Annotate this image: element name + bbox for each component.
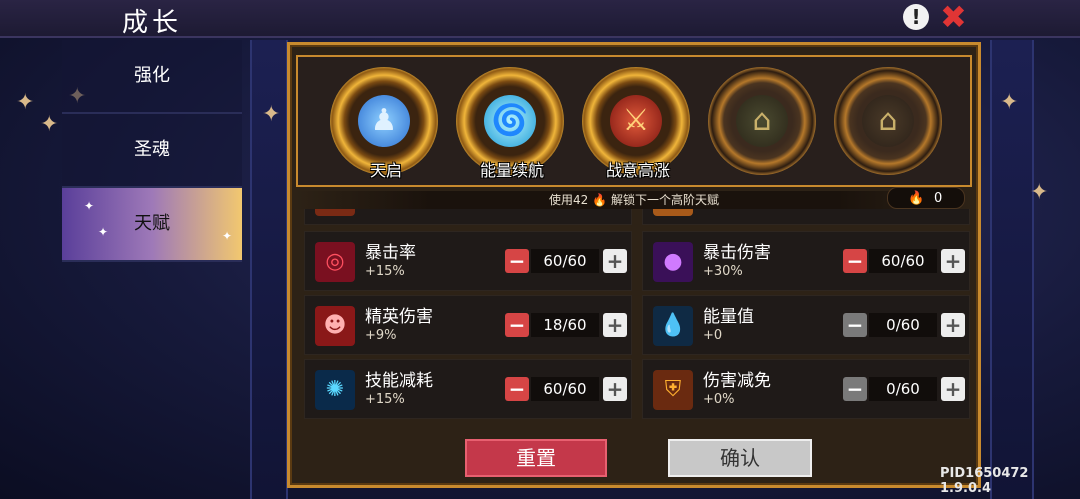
- figure-icon: ♟: [358, 95, 410, 147]
- ornament-icon: ✦: [262, 102, 281, 127]
- fire-counter: 🔥 0: [887, 187, 965, 209]
- list-item-skill-cost: ✺ 技能减耗 +15% − 60/60 +: [304, 359, 632, 419]
- high-tier-talents: ♟ 天启 🌀 能量续航 ⚔ 战意高涨 ⌂ ⌂: [296, 55, 972, 187]
- confirm-button[interactable]: 确认: [668, 439, 812, 477]
- ornament-icon: ✦: [40, 112, 59, 137]
- sparkle-icon: ✦: [84, 199, 95, 213]
- sidebar-item-label: 天赋: [134, 213, 170, 234]
- fire-count-value: 0: [934, 191, 943, 206]
- crit-damage-icon: ●: [653, 242, 693, 282]
- stat-name: 精英伤害: [365, 307, 433, 327]
- stat-level: 18/60: [531, 313, 599, 337]
- increase-button[interactable]: +: [603, 313, 627, 337]
- warrior-icon: ⚔: [610, 95, 662, 147]
- page-title: 成长: [122, 8, 183, 38]
- crit-rate-icon: ◎: [315, 242, 355, 282]
- ornament-icon: ✦: [1030, 180, 1049, 205]
- close-icon[interactable]: ✖: [940, 0, 967, 34]
- stat-name: 伤害减免: [703, 371, 771, 391]
- sparkle-icon: ✦: [222, 229, 233, 243]
- stat-level: 0/60: [869, 313, 937, 337]
- stat-value: +30%: [703, 264, 743, 279]
- stat-name: 技能减耗: [365, 371, 433, 391]
- stat-value: +0: [365, 209, 384, 213]
- talent-slot-locked[interactable]: ⌂: [832, 65, 948, 185]
- stat-value: +15%: [365, 392, 405, 407]
- increase-button[interactable]: +: [941, 313, 965, 337]
- sidebar-item-label: 强化: [134, 65, 170, 86]
- stat-name: 暴击率: [365, 243, 416, 263]
- stat-value: +0: [703, 328, 723, 343]
- stat-value: +15%: [365, 264, 405, 279]
- unlock-hint-cost: 使用42: [549, 193, 589, 207]
- talent-slot[interactable]: ⚔ 战意高涨: [580, 65, 696, 185]
- talent-label: 能量续航: [479, 161, 544, 180]
- stat-level: 60/60: [869, 249, 937, 273]
- list-item: +0: [304, 209, 632, 225]
- decrease-button[interactable]: −: [843, 249, 867, 273]
- stat-icon: [315, 209, 355, 216]
- list-item: +0: [642, 209, 970, 225]
- list-item-energy: 💧 能量值 +0 − 0/60 +: [642, 295, 970, 355]
- increase-button[interactable]: +: [603, 249, 627, 273]
- ornament-icon: ✦: [16, 90, 35, 115]
- decrease-button[interactable]: −: [843, 377, 867, 401]
- decrease-button[interactable]: −: [843, 313, 867, 337]
- stat-value: +0%: [703, 392, 735, 407]
- locked-talent-icon: ⌂: [736, 95, 788, 147]
- version-label: PID1650472 1.9.0.4: [940, 466, 1029, 496]
- list-item-crit-rate: ◎ 暴击率 +15% − 60/60 +: [304, 231, 632, 291]
- skill-cost-icon: ✺: [315, 370, 355, 410]
- list-item-elite-damage: ☻ 精英伤害 +9% − 18/60 +: [304, 295, 632, 355]
- increase-button[interactable]: +: [603, 377, 627, 401]
- decrease-button[interactable]: −: [505, 377, 529, 401]
- sidebar-item-talent[interactable]: ✦ ✦ ✦ 天赋: [62, 188, 242, 262]
- swirl-icon: 🌀: [484, 95, 536, 147]
- decrease-button[interactable]: −: [505, 313, 529, 337]
- talent-slot[interactable]: 🌀 能量续航: [454, 65, 570, 185]
- sidebar-item-enhance[interactable]: 强化: [62, 40, 242, 114]
- sidebar-item-label: 圣魂: [134, 139, 170, 160]
- decrease-button[interactable]: −: [505, 249, 529, 273]
- talent-label: 战意高涨: [605, 161, 670, 180]
- shield-icon: ⛨: [653, 370, 693, 410]
- elite-damage-icon: ☻: [315, 306, 355, 346]
- list-item-damage-reduction: ⛨ 伤害减免 +0% − 0/60 +: [642, 359, 970, 419]
- reset-button[interactable]: 重置: [465, 439, 607, 477]
- top-bar: 成长 ! ✖: [0, 0, 1080, 38]
- increase-button[interactable]: +: [941, 377, 965, 401]
- stat-name: 能量值: [703, 307, 754, 327]
- talent-panel: ♟ 天启 🌀 能量续航 ⚔ 战意高涨 ⌂ ⌂ 使用42 🔥 解锁下一个高阶天赋 …: [287, 42, 981, 488]
- locked-talent-icon: ⌂: [862, 95, 914, 147]
- talent-slot-locked[interactable]: ⌂: [706, 65, 822, 185]
- unlock-hint-text: 解锁下一个高阶天赋: [610, 193, 719, 207]
- talent-label: 天启: [369, 161, 402, 180]
- fire-icon: 🔥: [592, 193, 608, 207]
- sparkle-icon: ✦: [98, 225, 109, 239]
- stat-name: 暴击伤害: [703, 243, 771, 263]
- stat-value: +9%: [365, 328, 397, 343]
- unlock-hint: 使用42 🔥 解锁下一个高阶天赋: [296, 191, 972, 209]
- stat-level: 60/60: [531, 249, 599, 273]
- ornament-icon: ✦: [1000, 90, 1019, 115]
- increase-button[interactable]: +: [941, 249, 965, 273]
- info-icon[interactable]: !: [903, 4, 929, 30]
- list-item-crit-damage: ● 暴击伤害 +30% − 60/60 +: [642, 231, 970, 291]
- stat-level: 60/60: [531, 377, 599, 401]
- talent-slot[interactable]: ♟ 天启: [328, 65, 444, 185]
- stat-icon: [653, 209, 693, 216]
- stat-value: +0: [703, 209, 722, 213]
- talent-stat-list[interactable]: +0 +0 ◎ 暴击率 +15% − 60/60 + ● 暴击伤害 +30% −…: [304, 209, 970, 431]
- water-drop-icon: 💧: [653, 306, 693, 346]
- stat-level: 0/60: [869, 377, 937, 401]
- fire-icon: 🔥: [908, 191, 925, 206]
